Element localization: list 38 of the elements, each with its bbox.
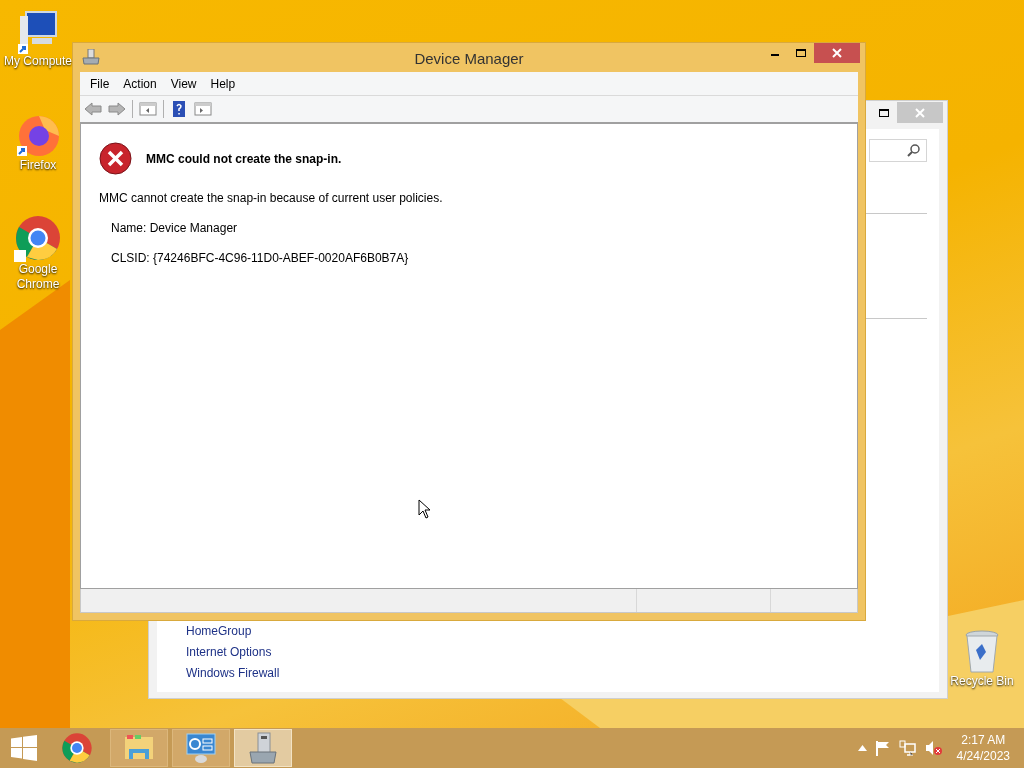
close-icon — [832, 48, 842, 58]
settings-link[interactable]: Internet Options — [186, 644, 280, 661]
error-message: MMC cannot create the snap-in because of current user policies. — [99, 190, 443, 207]
mouse-pointer-icon — [418, 499, 431, 519]
computer-icon — [16, 10, 60, 54]
search-field[interactable] — [869, 139, 927, 162]
help-icon[interactable] — [170, 101, 188, 117]
windows-logo-icon — [11, 735, 37, 761]
computer-tower-icon — [82, 49, 100, 65]
menu-item[interactable]: Action — [117, 74, 163, 93]
muted-speaker-icon[interactable] — [924, 740, 943, 756]
error-icon — [99, 142, 132, 175]
chrome-icon — [61, 732, 93, 764]
action-pane-icon[interactable] — [194, 101, 212, 117]
console-tree-icon[interactable] — [139, 101, 157, 117]
taskbar-button[interactable] — [172, 729, 230, 767]
back-arrow-icon[interactable] — [84, 101, 102, 117]
snap-in-name: Name: Device Manager — [111, 220, 238, 237]
settings-link[interactable]: HomeGroup — [186, 623, 280, 640]
menu-item[interactable]: File — [84, 74, 116, 93]
recycle-bin-icon — [964, 630, 1000, 674]
search-icon — [907, 144, 920, 157]
menu-item[interactable]: Help — [204, 74, 242, 93]
forward-arrow-icon[interactable] — [108, 101, 126, 117]
computer-tower-icon — [248, 732, 278, 764]
network-icon[interactable] — [898, 740, 917, 756]
taskbar-button[interactable] — [110, 729, 168, 767]
control-panel-icon — [185, 732, 217, 764]
flag-icon[interactable] — [874, 740, 891, 756]
window-title: Device Manager — [414, 49, 524, 69]
chrome-icon — [14, 214, 62, 262]
close-icon — [915, 107, 925, 118]
error-heading: MMC could not create the snap-in. — [146, 150, 342, 168]
show-hidden-icons-icon[interactable] — [857, 745, 867, 751]
snap-in-clsid: CLSID: {74246BFC-4C96-11D0-ABEF-0020AF6B0B7A} — [111, 250, 409, 267]
close-button[interactable] — [814, 43, 860, 63]
settings-link[interactable]: Windows Firewall — [186, 665, 280, 682]
menu-item[interactable]: View — [164, 74, 203, 93]
